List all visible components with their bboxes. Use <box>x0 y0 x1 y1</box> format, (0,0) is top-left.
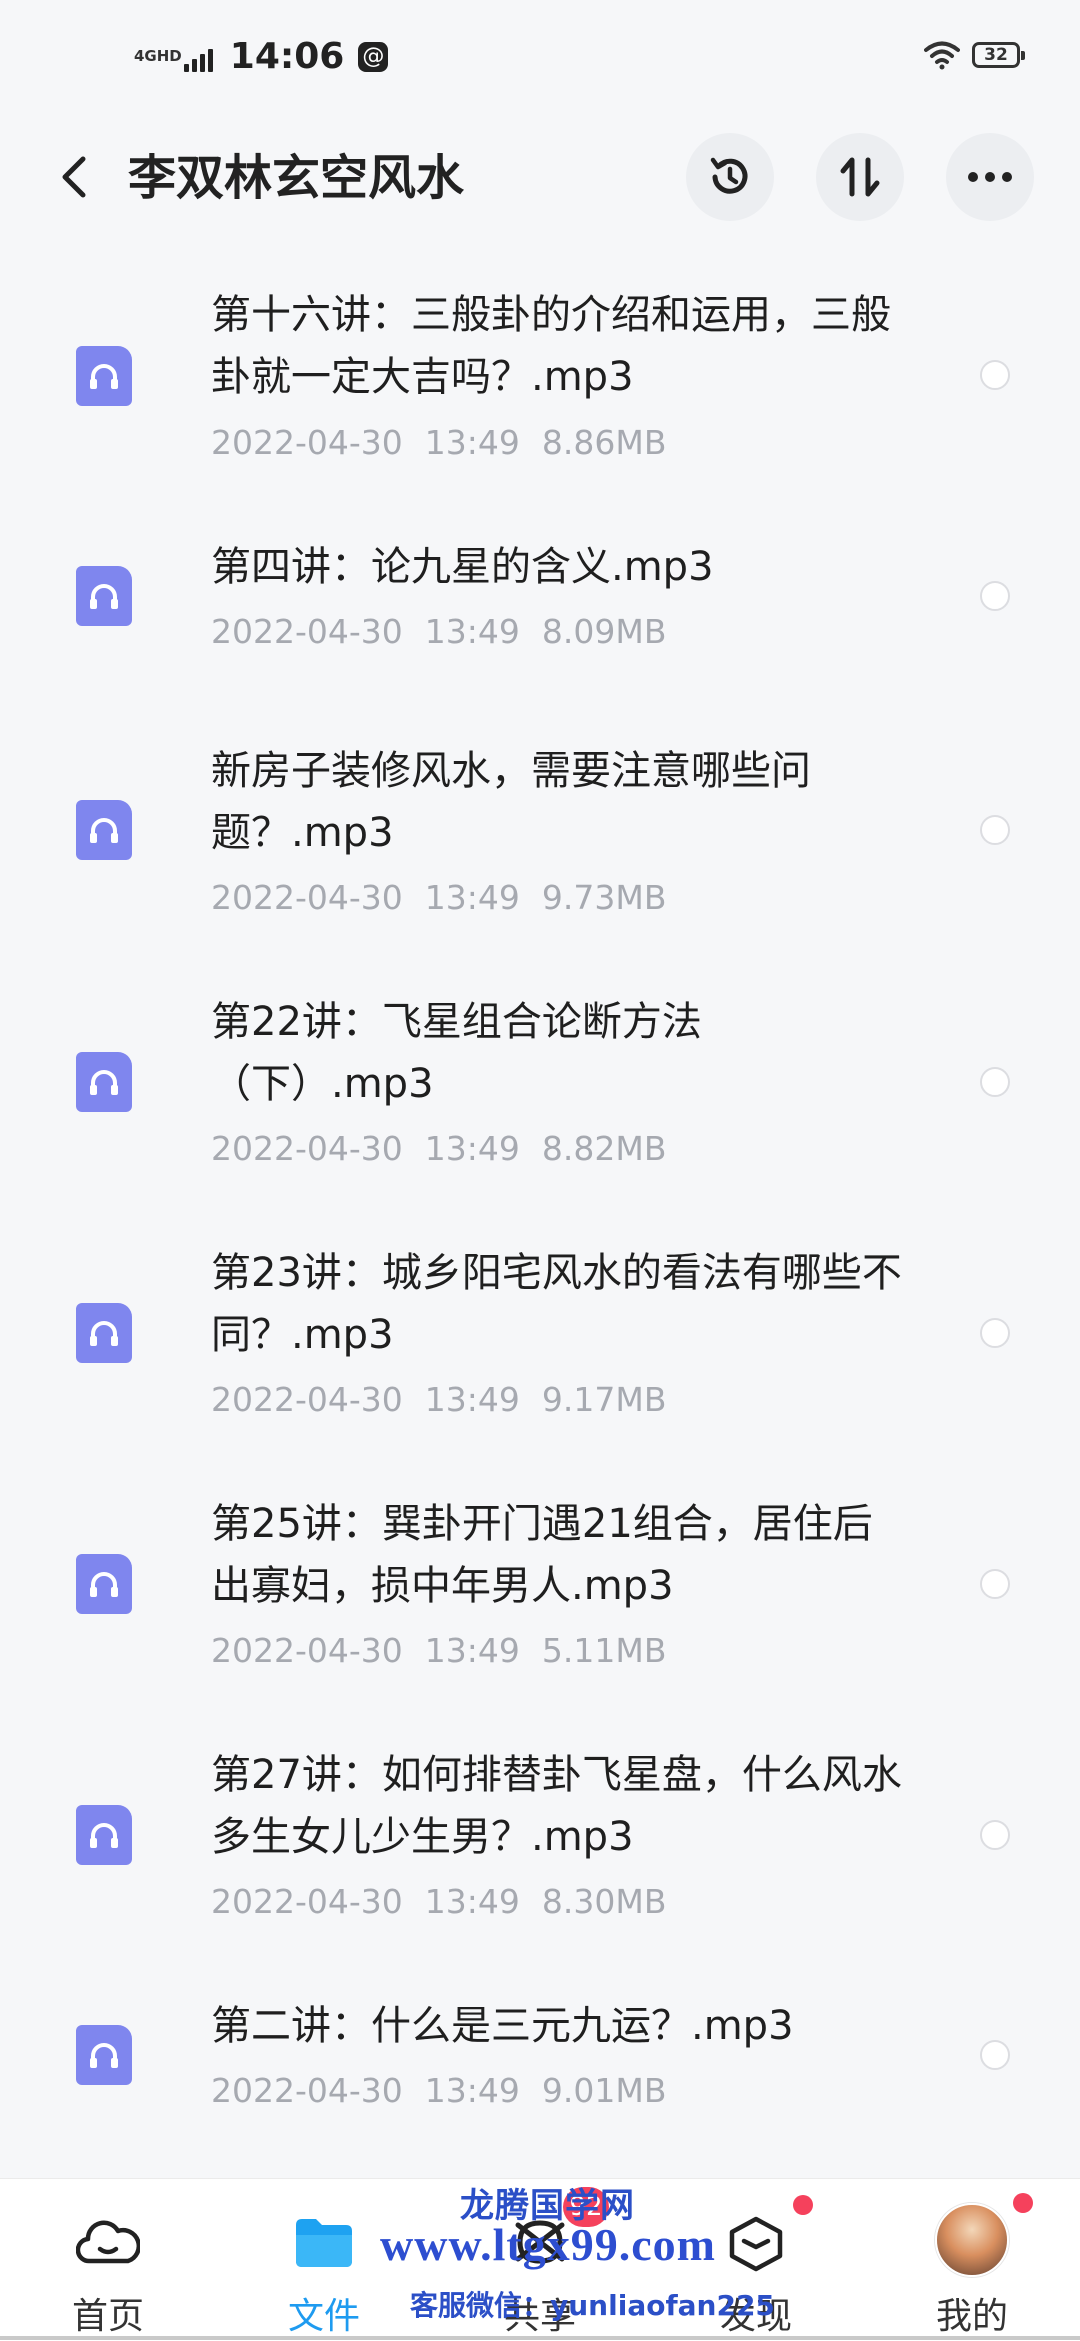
folder-icon <box>296 2219 352 2267</box>
file-meta: 2022-04-30 13:49 9.73MB <box>211 878 688 918</box>
file-size: 8.82MB <box>541 1129 667 1168</box>
status-right: 32 <box>924 40 1025 70</box>
signal-icon <box>183 42 216 72</box>
select-checkbox[interactable] <box>980 360 1010 390</box>
more-dots-icon <box>968 172 1012 182</box>
file-name: 第二讲：什么是三元九运？.mp3 <box>211 2003 794 2049</box>
discover-red-dot <box>793 2195 813 2215</box>
audio-file-icon <box>76 1805 132 1865</box>
file-date: 2022-04-30 <box>211 1631 403 1670</box>
file-size: 9.73MB <box>541 878 667 917</box>
file-time: 13:49 <box>424 1631 520 1670</box>
nav-share[interactable]: 92 共享 <box>465 2179 615 2341</box>
select-checkbox[interactable] <box>980 1067 1010 1097</box>
share-badge: 92 <box>563 2187 609 2227</box>
audio-file-icon <box>76 566 132 626</box>
cloud-home-icon <box>76 2220 140 2264</box>
file-meta: 2022-04-30 13:49 8.30MB <box>211 1882 688 1922</box>
file-date: 2022-04-30 <box>211 878 403 917</box>
battery-level: 32 <box>984 45 1008 65</box>
home-indicator <box>0 2330 1080 2340</box>
file-date: 2022-04-30 <box>211 1380 403 1419</box>
file-meta: 2022-04-30 13:49 8.09MB <box>211 612 688 652</box>
file-name: 第25讲：巽卦开门遇21组合，居住后出寡妇，损中年男人.mp3 <box>211 1501 873 1609</box>
share-icon <box>515 2220 565 2264</box>
back-arrow-icon <box>62 156 86 198</box>
file-time: 13:49 <box>424 878 520 917</box>
audio-file-icon <box>76 1554 132 1614</box>
select-checkbox[interactable] <box>980 581 1010 611</box>
file-date: 2022-04-30 <box>211 1882 403 1921</box>
network-type: 4GHD <box>134 47 182 65</box>
wifi-icon <box>924 41 960 70</box>
file-name: 第22讲：飞星组合论断方法（下）.mp3 <box>211 999 702 1107</box>
file-meta: 2022-04-30 13:49 9.01MB <box>211 2071 688 2111</box>
notification-app-icon: @ <box>358 41 389 72</box>
file-meta: 2022-04-30 13:49 8.86MB <box>211 423 688 463</box>
file-size: 9.01MB <box>541 2071 667 2110</box>
select-checkbox[interactable] <box>980 1569 1010 1599</box>
select-checkbox[interactable] <box>980 815 1010 845</box>
back-button[interactable] <box>44 147 104 207</box>
file-date: 2022-04-30 <box>211 1129 403 1168</box>
file-meta: 2022-04-30 13:49 5.11MB <box>211 1631 688 1671</box>
file-size: 5.11MB <box>541 1631 667 1670</box>
battery-icon: 32 <box>972 42 1025 68</box>
file-time: 13:49 <box>424 1882 520 1921</box>
audio-file-icon <box>76 1052 132 1112</box>
file-name: 第四讲：论九星的含义.mp3 <box>211 544 714 590</box>
header: 李双林玄空风水 <box>0 130 1080 224</box>
file-meta: 2022-04-30 13:49 9.17MB <box>211 1380 688 1420</box>
status-left: 4GHD 14:06 @ <box>134 36 389 77</box>
file-time: 13:49 <box>424 2071 520 2110</box>
file-date: 2022-04-30 <box>211 423 403 462</box>
nav-home[interactable]: 首页 <box>33 2179 183 2341</box>
file-size: 8.86MB <box>541 423 667 462</box>
page-title: 李双林玄空风水 <box>128 150 465 206</box>
more-button[interactable] <box>946 133 1034 221</box>
sort-button[interactable] <box>816 133 904 221</box>
file-time: 13:49 <box>424 612 520 651</box>
select-checkbox[interactable] <box>980 2040 1010 2070</box>
history-clock-icon <box>710 157 748 194</box>
nav-files[interactable]: 文件 <box>249 2179 399 2341</box>
file-name: 第27讲：如何排替卦飞星盘，什么风水多生女儿少生男？.mp3 <box>211 1752 902 1860</box>
file-time: 13:49 <box>424 1129 520 1168</box>
file-meta: 2022-04-30 13:49 8.82MB <box>211 1129 688 1169</box>
file-name: 第23讲：城乡阳宅风水的看法有哪些不同？.mp3 <box>211 1250 902 1358</box>
select-checkbox[interactable] <box>980 1820 1010 1850</box>
discover-cube-icon <box>729 2216 783 2272</box>
file-name: 新房子装修风水，需要注意哪些问题？.mp3 <box>211 748 811 856</box>
file-size: 8.30MB <box>541 1882 667 1921</box>
bottom-nav: 首页 文件 92 共享 发现 我的 <box>0 2178 1080 2341</box>
file-size: 9.17MB <box>541 1380 667 1419</box>
audio-file-icon <box>76 1303 132 1363</box>
file-size: 8.09MB <box>541 612 667 651</box>
nav-discover[interactable]: 发现 <box>681 2179 831 2341</box>
file-date: 2022-04-30 <box>211 2071 403 2110</box>
file-time: 13:49 <box>424 423 520 462</box>
sort-icon <box>840 157 880 197</box>
file-time: 13:49 <box>424 1380 520 1419</box>
avatar <box>935 2203 1009 2277</box>
audio-file-icon <box>76 800 132 860</box>
select-checkbox[interactable] <box>980 1318 1010 1348</box>
audio-file-icon <box>76 346 132 406</box>
audio-file-icon <box>76 2025 132 2085</box>
file-date: 2022-04-30 <box>211 612 403 651</box>
mine-red-dot <box>1013 2193 1033 2213</box>
clock: 14:06 <box>229 36 345 77</box>
file-name: 第十六讲：三般卦的介绍和运用，三般卦就一定大吉吗？.mp3 <box>211 292 891 400</box>
status-bar: 4GHD 14:06 @ 32 <box>0 0 1080 120</box>
history-button[interactable] <box>686 133 774 221</box>
nav-mine[interactable]: 我的 <box>897 2179 1047 2341</box>
